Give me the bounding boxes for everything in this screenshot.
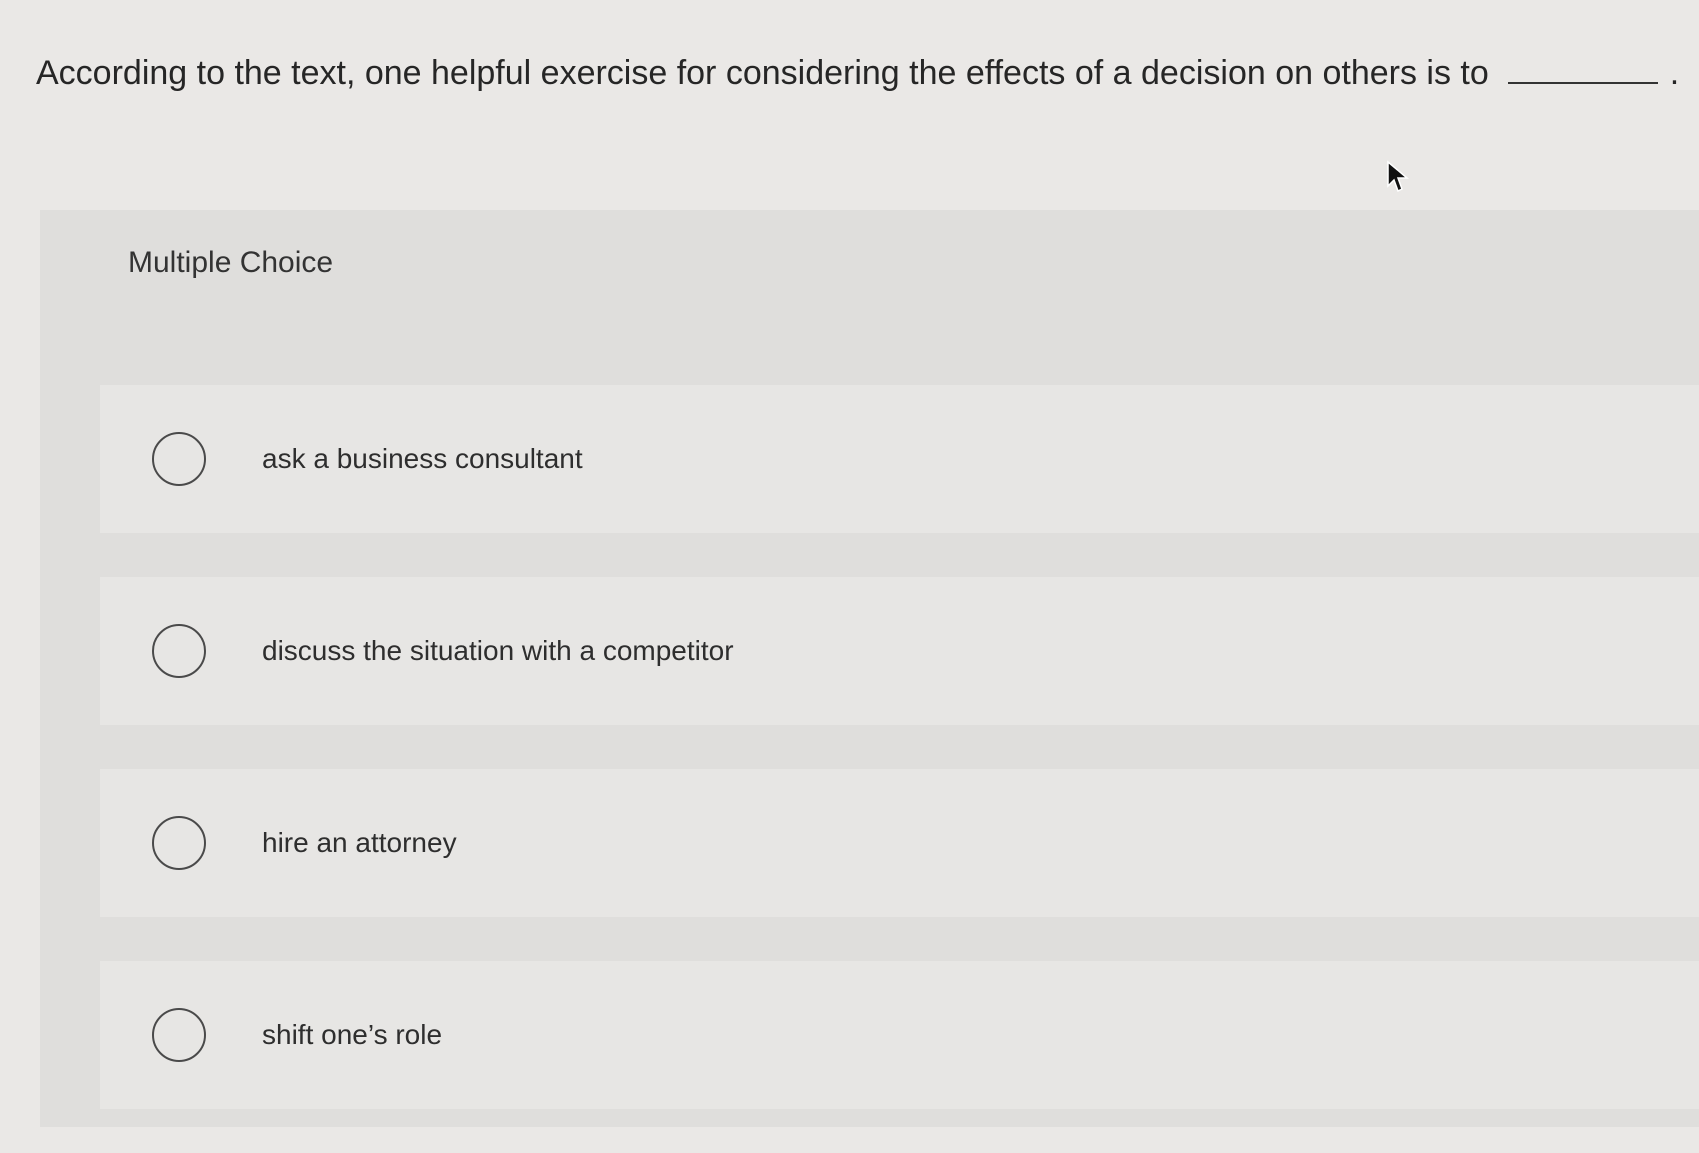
answer-option[interactable]: hire an attorney — [100, 769, 1699, 917]
answer-option-label: ask a business consultant — [262, 443, 583, 474]
mouse-pointer-icon — [1387, 160, 1410, 193]
radio-unchecked-icon[interactable] — [152, 1008, 206, 1062]
answer-option-label: discuss the situation with a competitor — [262, 635, 734, 666]
answer-option[interactable]: discuss the situation with a competitor — [100, 577, 1699, 725]
panel-title: Multiple Choice — [128, 246, 334, 279]
answer-options: ask a business consultant discuss the si… — [100, 385, 1699, 1153]
answer-option-label: shift one’s role — [262, 1019, 443, 1050]
question-trailing: . — [1669, 54, 1680, 92]
multiple-choice-panel: Multiple Choice ask a business consultan… — [40, 210, 1699, 1127]
question-text: According to the text, one helpful exerc… — [36, 54, 1489, 92]
answer-option-label: hire an attorney — [262, 827, 457, 858]
radio-unchecked-icon[interactable] — [152, 432, 206, 486]
radio-unchecked-icon[interactable] — [152, 816, 206, 870]
answer-option[interactable]: ask a business consultant — [100, 385, 1699, 533]
question-prompt: According to the text, one helpful exerc… — [36, 50, 1680, 96]
answer-option[interactable]: shift one’s role — [100, 961, 1699, 1109]
answer-blank — [1508, 52, 1659, 84]
radio-unchecked-icon[interactable] — [152, 624, 206, 678]
